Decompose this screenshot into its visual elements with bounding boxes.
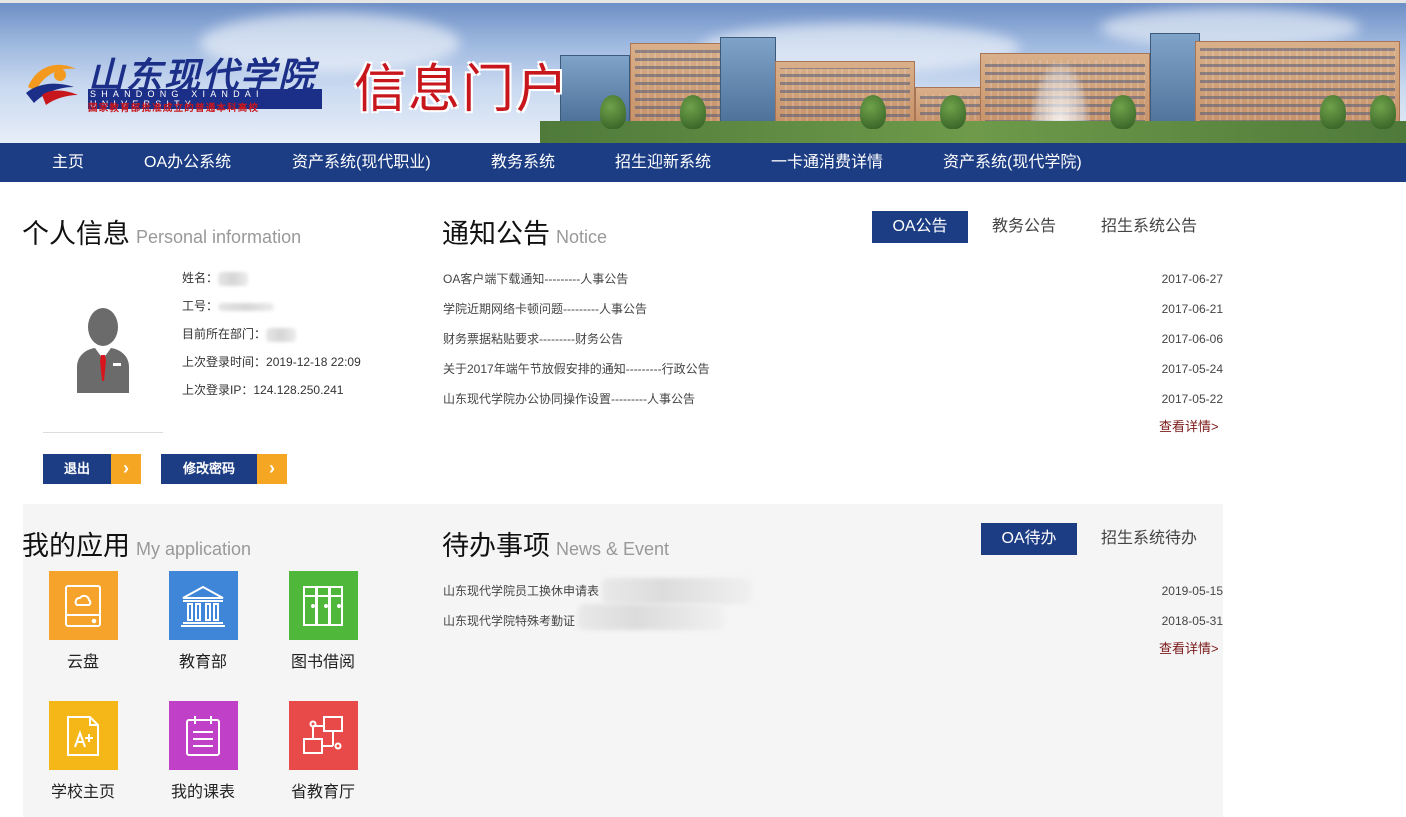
name-label: 姓名： [182, 271, 219, 285]
notice-list: OA客户端下载通知---------人事公告 2017-06-27 学院近期网络… [443, 264, 1223, 414]
todo-title: 待办事项 [442, 531, 550, 561]
department-label: 目前所在部门： [182, 327, 267, 341]
notice-more-link[interactable]: 查看详情> [1159, 416, 1219, 435]
main-nav: 主页 OA办公系统 资产系统(现代职业) 教务系统 招生迎新系统 一卡通消费详情… [0, 143, 1406, 182]
department-value-redacted [266, 327, 297, 342]
cloud-drive-icon [48, 571, 118, 640]
todo-item-date: 2019-05-15 [1161, 584, 1223, 598]
university-slogan: 国家教育部批准成立的普通本科高校 [88, 103, 260, 114]
nav-item-assets-college[interactable]: 资产系统(现代学院) [943, 143, 1082, 182]
schedule-list-icon [168, 701, 238, 770]
todo-subtitle: News & Event [556, 539, 670, 559]
info-row-dept: 目前所在部门： [182, 324, 361, 352]
app-provincial-education-dept[interactable]: 省教育厅 [268, 701, 378, 802]
list-item[interactable]: 关于2017年端午节放假安排的通知---------行政公告 2017-05-2… [443, 354, 1223, 384]
logout-button-label: 退出 [63, 461, 90, 476]
nav-item-oa[interactable]: OA办公系统 [144, 143, 231, 182]
notice-item-title: 财务票据粘贴要求---------财务公告 [443, 332, 623, 346]
last-ip-value: 124.128.250.241 [253, 383, 344, 397]
list-item[interactable]: 山东现代学院办公协同操作设置---------人事公告 2017-05-22 [443, 384, 1223, 414]
todo-item-redaction [578, 604, 724, 630]
nav-item-card-consumption[interactable]: 一卡通消费详情 [771, 143, 883, 182]
header-banner: 山东现代学院 SHANDONG XIANDAI UNIVERSITY 国家教育部… [0, 0, 1406, 143]
network-icon [288, 701, 358, 770]
last-login-value: 2019-12-18 22:09 [266, 355, 361, 369]
employee-id-value-redacted [218, 302, 275, 311]
app-cloud-drive[interactable]: 云盘 [28, 571, 138, 672]
app-ministry-of-education[interactable]: 教育部 [148, 571, 258, 672]
todo-item-date: 2018-05-31 [1161, 614, 1223, 628]
last-login-label: 上次登录时间： [182, 355, 267, 369]
list-item[interactable]: 山东现代学院特殊考勤证 2018-05-31 [443, 606, 1223, 636]
list-item[interactable]: 财务票据粘贴要求---------财务公告 2017-06-06 [443, 324, 1223, 354]
info-row-name: 姓名： [182, 268, 361, 296]
nav-item-assets-vocational[interactable]: 资产系统(现代职业) [292, 143, 431, 182]
government-building-icon [168, 571, 238, 640]
change-password-button[interactable]: 修改密码 › [161, 454, 287, 484]
info-row-last-login: 上次登录时间：2019-12-18 22:09 [182, 352, 361, 380]
change-password-button-label: 修改密码 [182, 461, 235, 476]
notice-item-title: 关于2017年端午节放假安排的通知---------行政公告 [443, 362, 710, 376]
app-name: 我的课表 [170, 784, 235, 801]
app-name: 图书借阅 [290, 654, 355, 671]
notice-item-date: 2017-06-27 [1161, 272, 1223, 286]
notice-item-date: 2017-05-22 [1161, 392, 1223, 406]
todo-heading: 待办事项 News & Event [442, 524, 669, 563]
notice-item-title: 学院近期网络卡顿问题---------人事公告 [443, 302, 647, 316]
info-row-last-ip: 上次登录IP：124.128.250.241 [182, 380, 361, 408]
app-school-homepage[interactable]: 学校主页 [28, 701, 138, 802]
avatar [43, 265, 163, 433]
user-avatar-icon [77, 308, 129, 393]
tab-admissions-todo[interactable]: 招生系统待办 [1090, 523, 1208, 555]
tab-admissions-notice[interactable]: 招生系统公告 [1090, 211, 1208, 243]
list-item[interactable]: 山东现代学院员工换休申请表 2019-05-15 [443, 576, 1223, 606]
bookshelf-icon [288, 571, 358, 640]
apps-title: 我的应用 [22, 531, 130, 561]
todo-list: 山东现代学院员工换休申请表 2019-05-15 山东现代学院特殊考勤证 201… [443, 576, 1223, 636]
notice-item-date: 2017-05-24 [1161, 362, 1223, 376]
apps-heading: 我的应用 My application [22, 524, 251, 563]
personal-info-subtitle: Personal information [136, 227, 302, 247]
app-name: 学校主页 [50, 784, 115, 801]
chevron-right-icon: › [111, 454, 141, 484]
list-item[interactable]: 学院近期网络卡顿问题---------人事公告 2017-06-21 [443, 294, 1223, 324]
tab-academic-notice[interactable]: 教务公告 [978, 211, 1070, 243]
app-library[interactable]: 图书借阅 [268, 571, 378, 672]
last-ip-label: 上次登录IP： [182, 383, 254, 397]
portal-title: 信息门户 [354, 60, 571, 120]
chevron-right-icon: › [257, 454, 287, 484]
app-name: 省教育厅 [290, 784, 355, 801]
notice-heading: 通知公告 Notice [442, 212, 607, 251]
todo-item-title: 山东现代学院员工换休申请表 [443, 584, 600, 598]
todo-item-redaction [602, 578, 752, 604]
tab-oa-todo[interactable]: OA待办 [981, 523, 1077, 555]
personal-info-title: 个人信息 [22, 219, 130, 249]
info-row-id: 工号： [182, 296, 361, 324]
notice-item-title: OA客户端下载通知---------人事公告 [443, 272, 629, 286]
personal-info-heading: 个人信息 Personal information [22, 212, 301, 251]
apps-subtitle: My application [136, 539, 252, 559]
notice-item-title: 山东现代学院办公协同操作设置---------人事公告 [443, 392, 695, 406]
notice-item-date: 2017-06-06 [1161, 332, 1223, 346]
app-name: 云盘 [66, 654, 99, 671]
todo-item-title: 山东现代学院特殊考勤证 [443, 614, 576, 628]
university-logo: 山东现代学院 SHANDONG XIANDAI UNIVERSITY 国家教育部… [22, 47, 322, 117]
document-plus-icon [48, 701, 118, 770]
app-my-schedule[interactable]: 我的课表 [148, 701, 258, 802]
todo-more-link[interactable]: 查看详情> [1159, 638, 1219, 657]
notice-title: 通知公告 [442, 219, 550, 249]
nav-item-academic[interactable]: 教务系统 [491, 143, 555, 182]
nav-item-home[interactable]: 主页 [52, 143, 84, 182]
notice-item-date: 2017-06-21 [1161, 302, 1223, 316]
university-emblem-icon [26, 64, 78, 105]
personal-info-list: 姓名： 工号： 目前所在部门： 上次登录时间：2019-12-18 22:09 … [182, 268, 361, 408]
tab-oa-notice[interactable]: OA公告 [872, 211, 968, 243]
app-name: 教育部 [178, 654, 227, 671]
nav-item-admissions[interactable]: 招生迎新系统 [615, 143, 711, 182]
list-item[interactable]: OA客户端下载通知---------人事公告 2017-06-27 [443, 264, 1223, 294]
employee-id-label: 工号： [182, 299, 219, 313]
name-value-redacted [218, 271, 249, 286]
logout-button[interactable]: 退出 › [43, 454, 141, 484]
notice-subtitle: Notice [556, 227, 608, 247]
